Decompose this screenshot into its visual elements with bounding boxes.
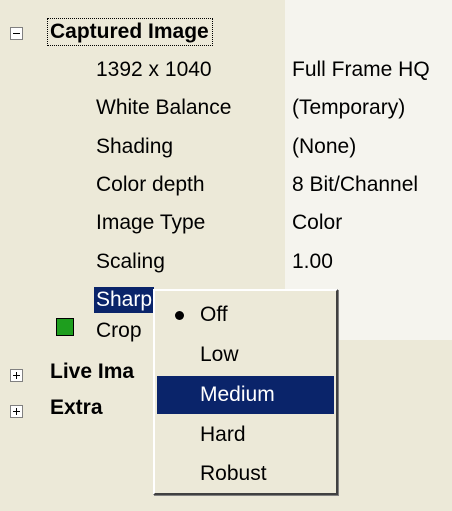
menu-item-label: Off [200, 303, 228, 326]
property-value-scaling[interactable]: 1.00 [292, 250, 333, 274]
property-name-white-balance[interactable]: White Balance [96, 96, 231, 120]
expand-extra-icon[interactable] [10, 405, 23, 418]
property-name-image-type[interactable]: Image Type [96, 211, 205, 235]
property-value-image-type[interactable]: Color [292, 211, 342, 235]
menu-item-label: Low [200, 343, 239, 366]
property-name-color-depth[interactable]: Color depth [96, 173, 205, 197]
sharpness-dropdown-menu: Off Low Medium Hard Robust [153, 289, 338, 495]
property-name-shading[interactable]: Shading [96, 135, 173, 159]
expand-live-image-icon[interactable] [10, 369, 23, 382]
property-value-color-depth[interactable]: 8 Bit/Channel [292, 173, 418, 197]
menu-item-label: Robust [200, 462, 267, 485]
menu-item-label: Hard [200, 423, 246, 446]
crop-color-icon [56, 318, 74, 336]
menu-item-robust[interactable]: Robust [157, 455, 334, 493]
property-name-crop[interactable]: Crop [96, 319, 142, 343]
property-name-resolution[interactable]: 1392 x 1040 [96, 58, 212, 82]
property-value-white-balance[interactable]: (Temporary) [292, 96, 405, 120]
property-name-sharpness[interactable]: Sharp [94, 287, 155, 313]
property-name-scaling[interactable]: Scaling [96, 250, 165, 274]
menu-item-medium[interactable]: Medium [157, 376, 334, 414]
bullet-icon [175, 311, 184, 320]
group-captured-image[interactable]: Captured Image [47, 18, 213, 46]
menu-item-low[interactable]: Low [157, 336, 334, 374]
menu-item-label: Medium [200, 383, 275, 406]
collapse-icon[interactable] [10, 27, 23, 40]
menu-item-off[interactable]: Off [157, 296, 334, 334]
menu-item-hard[interactable]: Hard [157, 416, 334, 454]
group-extra[interactable]: Extra [50, 396, 103, 420]
group-live-image[interactable]: Live Ima [50, 360, 134, 384]
property-value-resolution[interactable]: Full Frame HQ [292, 58, 430, 82]
property-value-shading[interactable]: (None) [292, 135, 356, 159]
